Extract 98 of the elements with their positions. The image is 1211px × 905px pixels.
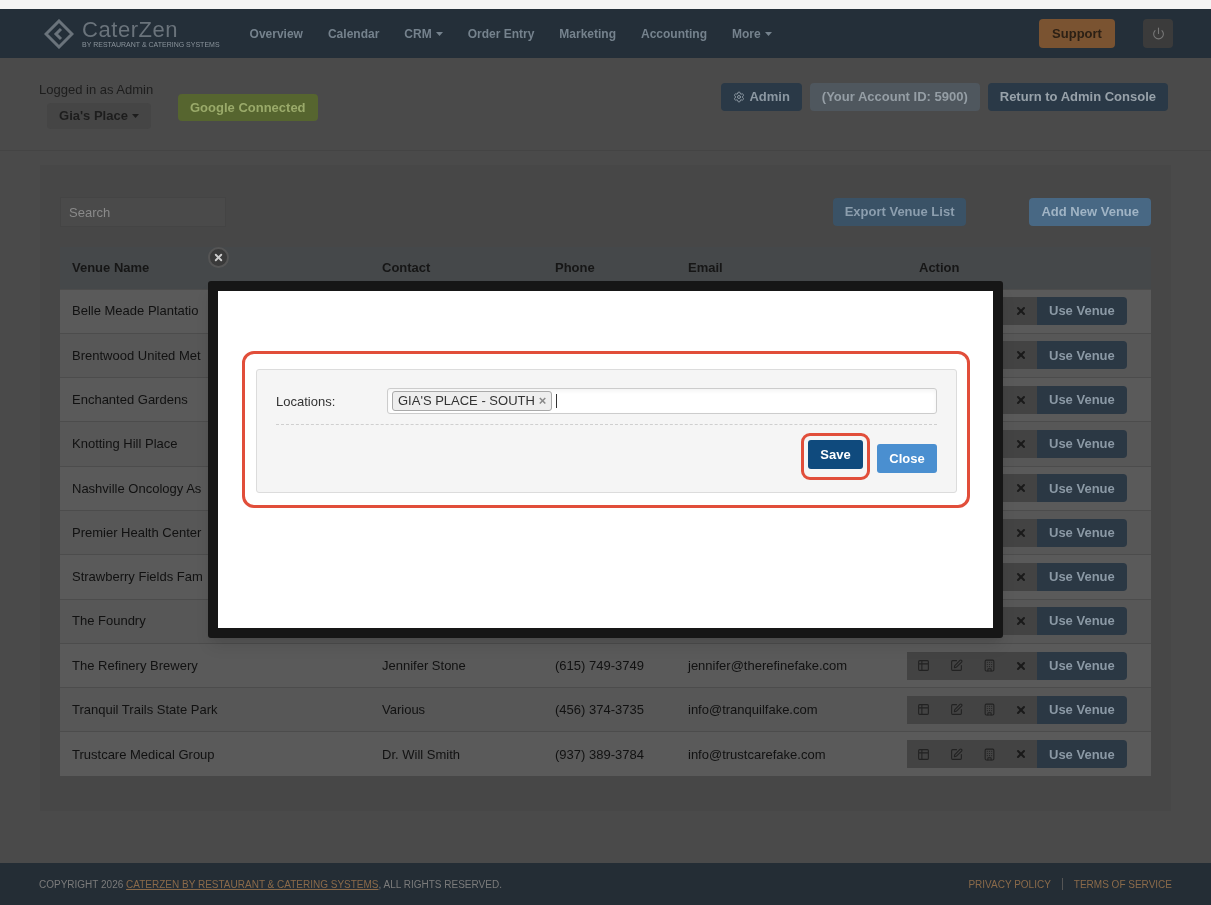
logo-icon	[44, 18, 74, 49]
delete-icon	[1015, 703, 1027, 716]
delete-icon	[1015, 482, 1027, 495]
delete-button[interactable]	[1005, 474, 1037, 503]
use-venue-button[interactable]: Use Venue	[1037, 695, 1127, 724]
delete-button[interactable]	[1005, 607, 1037, 636]
account-id-button[interactable]: (Your Account ID: 5900)	[809, 83, 980, 111]
delete-button[interactable]	[1005, 297, 1037, 326]
delete-button[interactable]	[1005, 341, 1037, 370]
contact-name: Dr. Will Smith	[382, 746, 460, 762]
location-tag: GIA'S PLACE - SOUTH ×	[392, 391, 553, 411]
add-venue-button[interactable]: Add New Venue	[1029, 198, 1151, 226]
return-admin-button[interactable]: Return to Admin Console	[987, 83, 1168, 111]
use-venue-button[interactable]: Use Venue	[1037, 740, 1127, 769]
building-icon	[982, 747, 996, 761]
support-button[interactable]: Support	[1039, 19, 1115, 48]
delete-icon	[1015, 748, 1027, 761]
building-icon	[982, 703, 996, 717]
nav-link[interactable]: More	[732, 24, 772, 43]
venue-name: Belle Meade Plantatio	[72, 303, 199, 319]
phone-number: (937) 389-3784	[555, 746, 644, 762]
delete-button[interactable]	[1005, 430, 1037, 459]
logo-text: CaterZen	[82, 19, 180, 41]
venue-name: Brentwood United Met	[72, 347, 201, 363]
google-connected-badge: Google Connected	[178, 94, 318, 121]
contact-name: Various	[382, 702, 426, 718]
building-icon	[982, 659, 996, 672]
nav-link[interactable]: Marketing	[559, 24, 616, 43]
copyright-text: COPYRIGHT 2026 CATERZEN BY RESTAURANT & CATERING SYSTEMS, ALL RIGHTS RESERVED.	[39, 877, 502, 892]
venue-name: Premier Health Center	[72, 524, 202, 540]
venue-name: The Foundry	[72, 613, 146, 629]
use-venue-button[interactable]: Use Venue	[1037, 341, 1127, 370]
phone-number: (615) 749-3749	[555, 657, 644, 673]
delete-button[interactable]	[1005, 695, 1037, 724]
details-button[interactable]	[907, 740, 940, 769]
settings-icon	[733, 91, 746, 103]
delete-icon	[1015, 349, 1027, 362]
email-address: jennifer@therefinefake.com	[688, 657, 848, 673]
list-icon	[917, 747, 930, 761]
caret-icon	[131, 113, 139, 118]
locations-field[interactable]: GIA'S PLACE - SOUTH ×	[387, 388, 937, 414]
phone-number: (456) 374-3735	[555, 702, 644, 718]
delete-button[interactable]	[1005, 651, 1037, 680]
close-icon	[213, 252, 224, 263]
edit-icon	[950, 659, 963, 672]
nav-link[interactable]: Order Entry	[467, 24, 535, 43]
nav-link[interactable]: Calendar	[327, 24, 380, 43]
use-venue-button[interactable]: Use Venue	[1037, 430, 1127, 459]
use-venue-button[interactable]: Use Venue	[1037, 385, 1127, 414]
delete-icon	[1015, 526, 1027, 539]
use-venue-button[interactable]: Use Venue	[1037, 607, 1127, 636]
nav-link[interactable]: Accounting	[641, 24, 707, 43]
delete-button[interactable]	[1005, 740, 1037, 769]
venue-name: Enchanted Gardens	[72, 392, 188, 407]
power-icon	[1151, 27, 1165, 40]
use-venue-button[interactable]: Use Venue	[1037, 651, 1127, 680]
save-button[interactable]: Save	[808, 440, 863, 469]
caret-icon	[764, 31, 772, 36]
venue-name: Tranquil Trails State Park	[72, 702, 218, 718]
caret-icon	[435, 31, 443, 36]
use-venue-button[interactable]: Use Venue	[1037, 518, 1127, 547]
list-icon	[917, 659, 930, 672]
delete-button[interactable]	[1005, 385, 1037, 414]
venue-name: Trustcare Medical Group	[72, 746, 215, 762]
contact-name: Jennifer Stone	[382, 657, 466, 673]
power-button[interactable]	[1143, 19, 1173, 48]
email-address: info@trustcarefake.com	[688, 746, 826, 762]
footer-link[interactable]: PRIVACY POLICY	[968, 876, 1051, 892]
venue-name: The Refinery Brewery	[72, 657, 198, 673]
admin-button[interactable]: Admin	[721, 83, 802, 111]
delete-button[interactable]	[1005, 518, 1037, 547]
use-venue-button[interactable]: Use Venue	[1037, 562, 1127, 591]
delete-icon	[1015, 305, 1027, 318]
delete-icon	[1015, 570, 1027, 583]
delete-icon	[1015, 615, 1027, 628]
nav-link[interactable]: CRM	[404, 24, 443, 43]
email-address: info@tranquilfake.com	[688, 702, 818, 718]
delete-icon	[1015, 393, 1027, 406]
use-venue-button[interactable]: Use Venue	[1037, 297, 1127, 326]
edit-icon	[950, 703, 963, 717]
locations-label: Locations:	[276, 393, 337, 411]
delete-button[interactable]	[1005, 562, 1037, 591]
remove-tag-button[interactable]: ×	[538, 391, 547, 411]
close-button[interactable]: Close	[877, 444, 937, 473]
edit-icon	[950, 747, 963, 761]
details-button[interactable]	[907, 651, 940, 680]
venue-name: Knotting Hill Place	[72, 436, 178, 452]
export-button[interactable]: Export Venue List	[832, 198, 967, 226]
venue-name: Nashville Oncology As	[72, 480, 202, 496]
venue-name: Strawberry Fields Fam	[72, 569, 203, 585]
footer-link[interactable]: TERMS OF SERVICE	[1073, 876, 1172, 892]
delete-icon	[1015, 659, 1027, 672]
nav-link[interactable]: Overview	[249, 24, 303, 43]
delete-icon	[1015, 438, 1027, 451]
list-icon	[917, 703, 930, 717]
use-venue-button[interactable]: Use Venue	[1037, 474, 1127, 503]
details-button[interactable]	[907, 695, 940, 724]
company-link[interactable]: CATERZEN BY RESTAURANT & CATERING SYSTEMS	[126, 878, 379, 890]
